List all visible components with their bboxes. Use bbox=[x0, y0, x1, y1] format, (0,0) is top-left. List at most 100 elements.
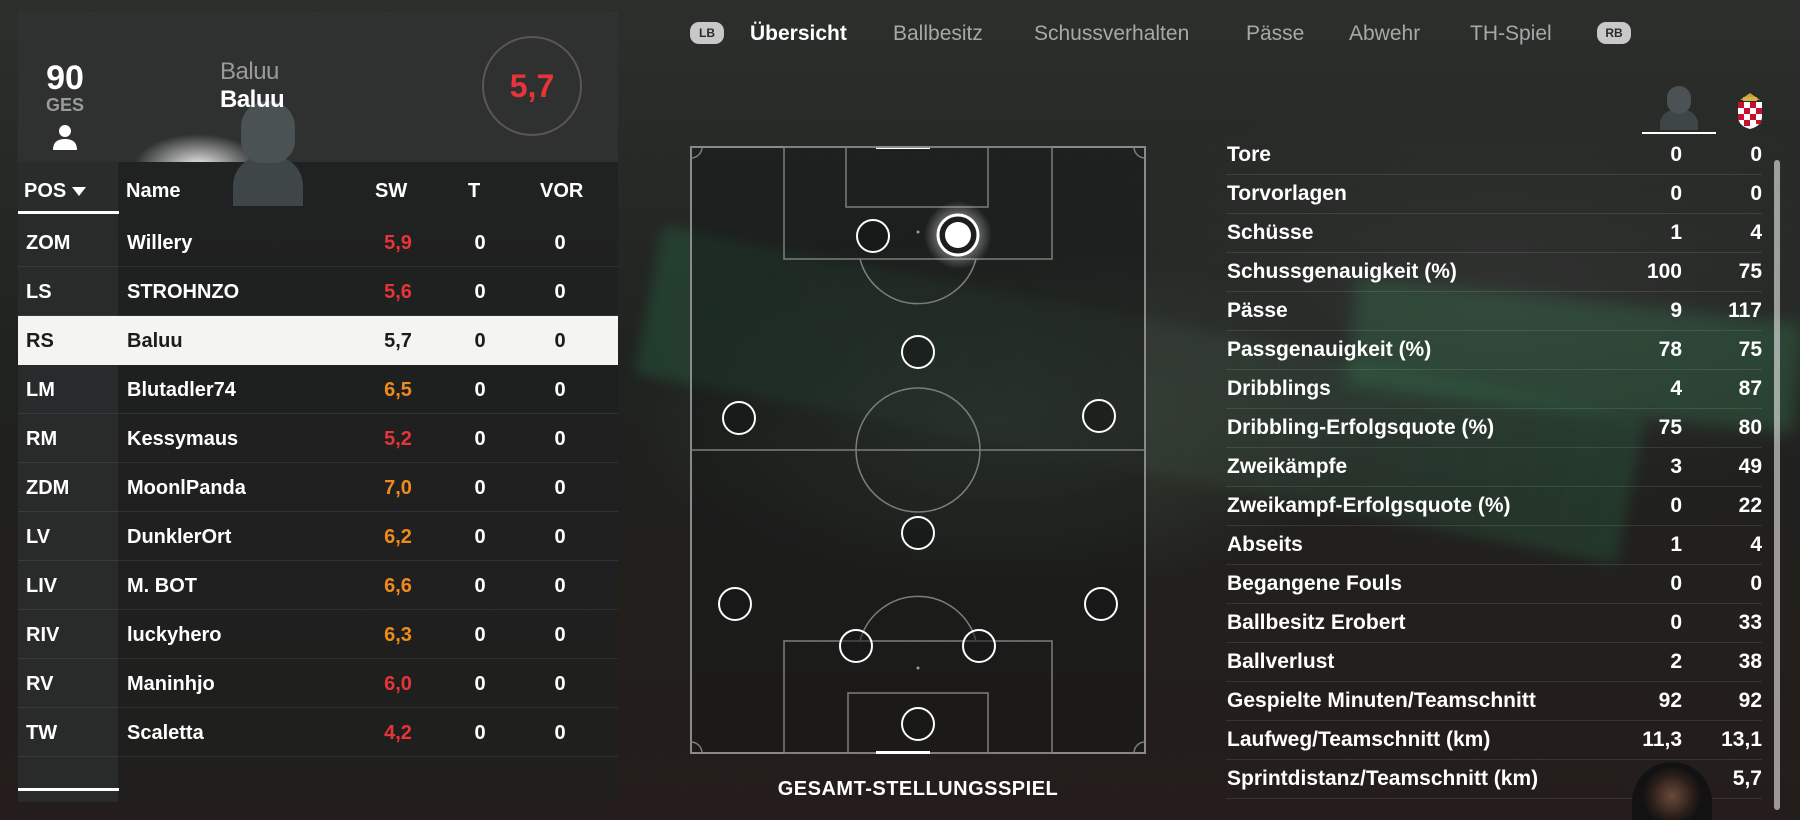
stat-label: Passgenauigkeit (%) bbox=[1227, 338, 1432, 361]
player-name-cell: DunklerOrt bbox=[127, 526, 232, 548]
player-rating-cell: 4,2 bbox=[384, 722, 412, 744]
column-header-name[interactable]: Name bbox=[126, 180, 180, 203]
player-silhouette-head bbox=[1667, 86, 1691, 114]
player-assists-cell: 0 bbox=[554, 624, 566, 646]
table-row[interactable]: RV Maninhjo 6,0 0 0 bbox=[18, 659, 618, 708]
player-name-cell: STROHNZO bbox=[127, 281, 240, 303]
table-row[interactable]: LV DunklerOrt 6,2 0 0 bbox=[18, 512, 618, 561]
sort-caret-icon bbox=[72, 187, 87, 197]
player-goals-cell: 0 bbox=[474, 281, 486, 303]
stats-column-player[interactable] bbox=[1642, 84, 1716, 134]
stat-row: Zweikampf-Erfolgsquote (%) 0 22 bbox=[1226, 487, 1762, 526]
player-name: Baluu bbox=[220, 86, 285, 113]
stats-list: Tore 0 0 Torvorlagen 0 0 Schüsse 1 4 Schussgenaui… bbox=[1226, 136, 1762, 799]
stat-row: Ballbesitz Erobert 0 33 bbox=[1226, 604, 1762, 643]
stat-row: Ballverlust 2 38 bbox=[1226, 643, 1762, 682]
player-name-cell: Scaletta bbox=[127, 722, 204, 744]
player-position: ZOM bbox=[26, 232, 71, 254]
player-rating-cell: 6,2 bbox=[384, 526, 412, 548]
stat-row: Dribblings 4 87 bbox=[1226, 370, 1762, 409]
player-assists-cell: 0 bbox=[554, 281, 566, 303]
stat-team-value: 75 bbox=[1738, 260, 1762, 283]
table-header: POS Name SW T VOR bbox=[18, 170, 618, 210]
stat-label: Dribblings bbox=[1227, 377, 1331, 400]
table-row[interactable]: TW Scaletta 4,2 0 0 bbox=[18, 708, 618, 757]
table-row[interactable]: RS Baluu 5,7 0 0 bbox=[18, 316, 618, 365]
player-assists-cell: 0 bbox=[554, 575, 566, 597]
stat-label: Laufweg/Teamschnitt (km) bbox=[1227, 728, 1491, 751]
lineup-panel: 90 GES Baluu Baluu 5,7 POS Name SW T VOR… bbox=[18, 12, 618, 802]
table-row[interactable]: ZOM Willery 5,9 0 0 bbox=[18, 218, 618, 267]
player-goals-cell: 0 bbox=[474, 575, 486, 597]
player-position: LM bbox=[26, 379, 55, 401]
stat-player-value: 0 bbox=[1670, 143, 1682, 166]
stat-label: Schussgenauigkeit (%) bbox=[1227, 260, 1457, 283]
player-marker-lineup[interactable] bbox=[901, 707, 935, 741]
pitch-caption: GESAMT-STELLUNGSSPIEL bbox=[777, 778, 1059, 800]
player-marker-lineup[interactable] bbox=[722, 401, 756, 435]
tab-passing[interactable]: Pässe bbox=[1246, 22, 1304, 46]
scroll-indicator bbox=[18, 788, 119, 791]
player-marker-lineup[interactable] bbox=[962, 629, 996, 663]
stat-row: Dribbling-Erfolgsquote (%) 75 80 bbox=[1226, 409, 1762, 448]
tab-shooting[interactable]: Schussverhalten bbox=[1034, 22, 1189, 46]
table-row[interactable]: RIV luckyhero 6,3 0 0 bbox=[18, 610, 618, 659]
column-header-pos[interactable]: POS bbox=[24, 180, 87, 203]
lb-button-icon[interactable]: LB bbox=[690, 22, 724, 44]
player-goals-cell: 0 bbox=[474, 232, 486, 254]
player-marker-lineup[interactable] bbox=[1082, 399, 1116, 433]
player-marker-lineup[interactable] bbox=[1084, 587, 1118, 621]
player-marker-selected[interactable] bbox=[924, 201, 992, 269]
stat-team-value: 33 bbox=[1738, 611, 1762, 634]
player-name-secondary: Baluu bbox=[220, 58, 279, 85]
player-marker-lineup[interactable] bbox=[856, 219, 890, 253]
stat-team-value: 117 bbox=[1728, 299, 1762, 322]
player-assists-cell: 0 bbox=[554, 330, 566, 352]
stat-label: Schüsse bbox=[1227, 221, 1314, 244]
player-assists-cell: 0 bbox=[554, 526, 566, 548]
stats-scrollbar[interactable] bbox=[1774, 160, 1780, 810]
player-list: ZOM Willery 5,9 0 0 LS STROHNZO 5,6 0 0 RS Baluu 5,7… bbox=[18, 218, 618, 757]
stat-label: Sprintdistanz/Teamschnitt (km) bbox=[1227, 767, 1539, 790]
tab-goalkeeping[interactable]: TH-Spiel bbox=[1470, 22, 1552, 46]
club-crest-icon[interactable] bbox=[1734, 90, 1766, 130]
table-row[interactable]: LS STROHNZO 5,6 0 0 bbox=[18, 267, 618, 316]
match-rating-badge: 5,7 bbox=[482, 36, 582, 136]
tab-defending[interactable]: Abwehr bbox=[1349, 22, 1420, 46]
player-name-cell: Willery bbox=[127, 232, 193, 254]
player-rating-cell: 5,6 bbox=[384, 281, 412, 303]
column-header-rating[interactable]: SW bbox=[375, 180, 407, 203]
player-marker-lineup[interactable] bbox=[901, 516, 935, 550]
column-header-goals[interactable]: T bbox=[468, 180, 480, 203]
penalty-spot-top bbox=[916, 230, 920, 234]
tab-overview[interactable]: Übersicht bbox=[750, 22, 847, 46]
stat-row: Gespielte Minuten/Teamschnitt 92 92 bbox=[1226, 682, 1762, 721]
table-row[interactable]: ZDM MoonlPanda 7,0 0 0 bbox=[18, 463, 618, 512]
player-position: ZDM bbox=[26, 477, 70, 499]
tab-possession[interactable]: Ballbesitz bbox=[893, 22, 983, 46]
stat-row: Passgenauigkeit (%) 78 75 bbox=[1226, 331, 1762, 370]
player-position: RIV bbox=[26, 624, 60, 646]
table-row[interactable]: LM Blutadler74 6,5 0 0 bbox=[18, 365, 618, 414]
player-marker-lineup[interactable] bbox=[901, 335, 935, 369]
stat-team-value: 22 bbox=[1738, 494, 1762, 517]
stat-team-value: 0 bbox=[1750, 143, 1762, 166]
stat-player-value: 100 bbox=[1646, 260, 1682, 283]
stat-label: Gespielte Minuten/Teamschnitt bbox=[1227, 689, 1536, 712]
stat-label: Torvorlagen bbox=[1227, 182, 1347, 205]
player-marker-lineup[interactable] bbox=[839, 629, 873, 663]
stat-player-value: 75 bbox=[1658, 416, 1682, 439]
stat-team-value: 38 bbox=[1738, 650, 1762, 673]
table-row[interactable]: LIV M. BOT 6,6 0 0 bbox=[18, 561, 618, 610]
rb-button-icon[interactable]: RB bbox=[1597, 22, 1631, 44]
table-row[interactable]: RM Kessymaus 5,2 0 0 bbox=[18, 414, 618, 463]
player-marker-lineup[interactable] bbox=[718, 587, 752, 621]
player-goals-cell: 0 bbox=[474, 379, 486, 401]
stat-player-value: 92 bbox=[1658, 689, 1682, 712]
stat-player-value: 1 bbox=[1670, 533, 1682, 556]
person-icon bbox=[53, 125, 77, 150]
column-header-assists[interactable]: VOR bbox=[540, 180, 583, 203]
stat-row: Torvorlagen 0 0 bbox=[1226, 175, 1762, 214]
player-assists-cell: 0 bbox=[554, 232, 566, 254]
stat-label: Zweikämpfe bbox=[1227, 455, 1348, 478]
